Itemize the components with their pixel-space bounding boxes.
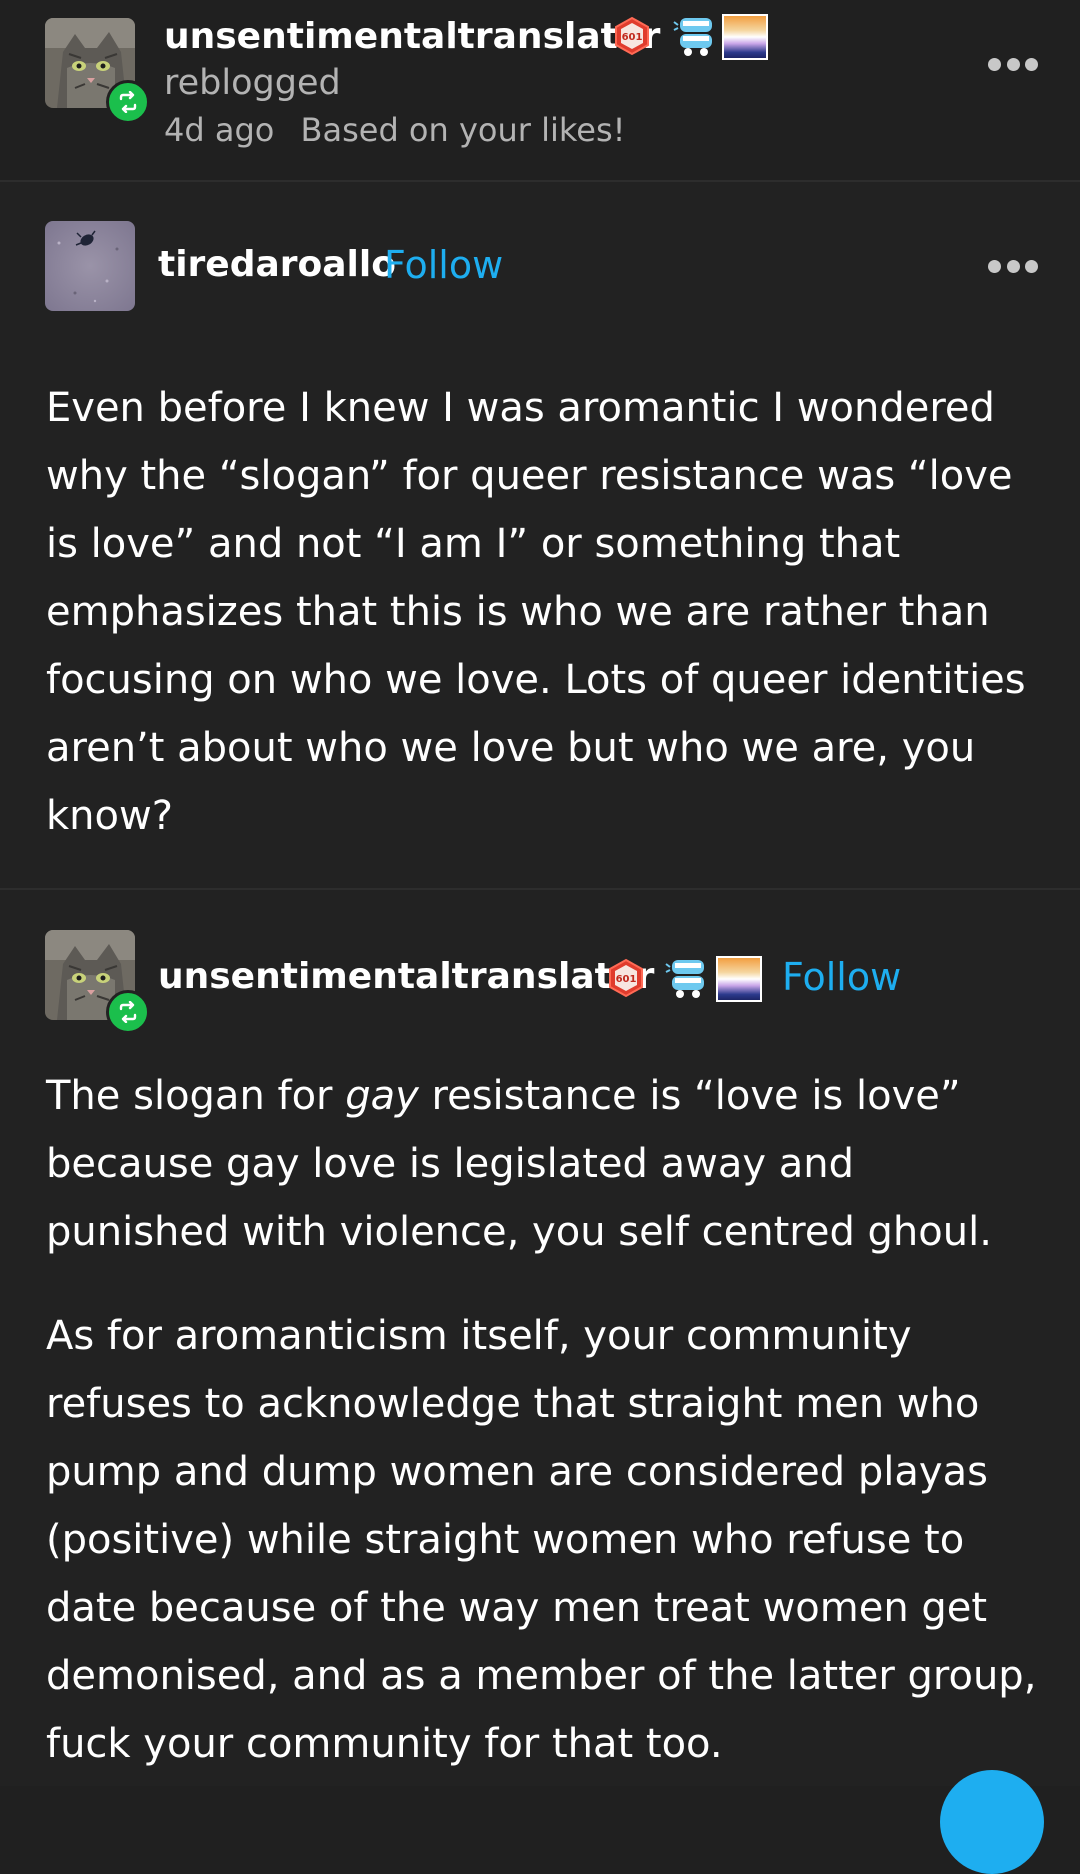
more-options-icon[interactable] [988,256,1038,276]
hexagon-count-badge[interactable]: 601 [606,958,646,998]
svg-text:601: 601 [622,32,643,43]
original-poster-username[interactable]: tiredaroallo [158,242,396,288]
chattering-teeth-badge[interactable] [672,12,718,60]
post-timestamp[interactable]: 4d ago [164,111,274,149]
sunset-gradient-badge[interactable] [716,956,762,1002]
original-post: tiredaroallo Follow Even before I knew I… [0,182,1080,890]
follow-button[interactable]: Follow [782,954,901,1000]
post-text: Even before I knew I was aromantic I won… [46,385,1026,839]
chattering-teeth-badge[interactable] [664,954,710,1002]
reblog-action-label: reblogged [164,63,341,103]
follow-button[interactable]: Follow [384,242,503,288]
reply-post: unsentimentaltranslator 601 Follow The s… [0,890,1080,1786]
reblogger-username[interactable]: unsentimentaltranslator [164,14,660,60]
more-options-icon[interactable] [988,54,1038,74]
reply-body: The slogan for gay resistance is “love i… [46,1062,1046,1778]
reply-paragraph-2: As for aromanticism itself, your communi… [46,1313,1037,1767]
original-poster-avatar[interactable] [45,221,135,311]
hexagon-count-badge[interactable]: 601 [612,16,652,56]
reblog-icon [106,990,150,1034]
post-body: Even before I knew I was aromantic I won… [46,374,1046,850]
reply-paragraph-1: The slogan for gay resistance is “love i… [46,1073,992,1255]
sunset-gradient-badge[interactable] [722,14,768,60]
reblog-icon [106,80,150,124]
svg-text:601: 601 [616,974,637,985]
recommendation-reason: Based on your likes! [300,111,626,149]
reply-author-username[interactable]: unsentimentaltranslator [158,954,654,1000]
post-meta: 4d ago Based on your likes! [164,108,625,152]
reblog-header: unsentimentaltranslator 601 reblogged 4d… [0,0,1080,182]
